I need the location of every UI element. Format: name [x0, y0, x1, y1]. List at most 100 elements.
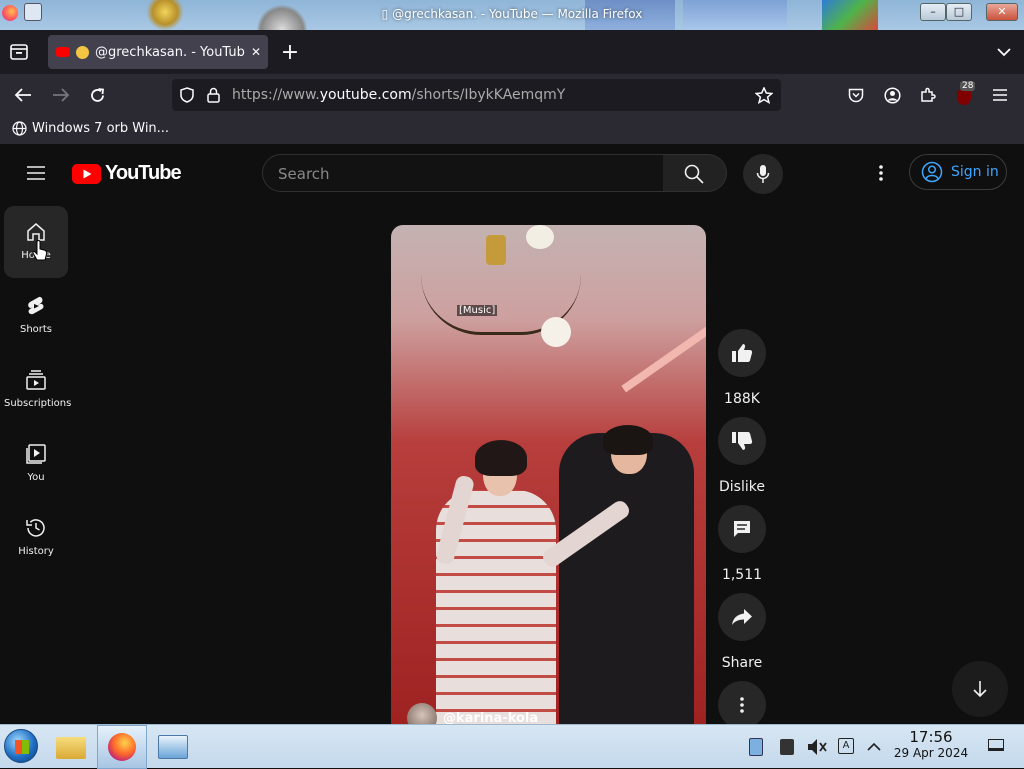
- next-video-button[interactable]: [952, 661, 1008, 717]
- pocket-button[interactable]: [846, 85, 866, 105]
- volume-muted-icon[interactable]: [807, 738, 827, 756]
- navigation-bar: https://www.youtube.com/shorts/IbykKAemq…: [0, 74, 1024, 116]
- youtube-logo-text: YouTube: [105, 162, 182, 184]
- settings-menu-button[interactable]: [870, 162, 892, 184]
- bookmark-star-button[interactable]: [754, 86, 774, 104]
- maximize-button[interactable]: □: [946, 3, 972, 21]
- dislike-button[interactable]: [718, 417, 766, 465]
- sidebar-item-you[interactable]: You: [4, 428, 68, 500]
- show-desktop-button[interactable]: [986, 737, 1008, 755]
- control-panel-taskbar-button[interactable]: [152, 729, 194, 765]
- desktop-icon: [988, 739, 1004, 751]
- sidebar-item-home[interactable]: Home: [4, 206, 68, 278]
- firefox-taskbar-button[interactable]: [97, 725, 147, 769]
- more-vertical-icon: [879, 165, 883, 181]
- system-tray: A: [745, 725, 885, 769]
- puzzle-icon: [921, 87, 936, 102]
- control-panel-icon: [158, 735, 188, 759]
- tab-bar: @grechkasan. - YouTube ✕ +: [0, 30, 1024, 74]
- url-domain: youtube.com: [319, 87, 412, 103]
- url-bar[interactable]: https://www.youtube.com/shorts/IbykKAemq…: [172, 79, 781, 111]
- file-explorer-taskbar-button[interactable]: [50, 729, 92, 765]
- sign-in-label: Sign in: [951, 164, 999, 180]
- shorts-video-player[interactable]: [Music] @karina-kola: [391, 225, 706, 724]
- share-label: Share: [721, 655, 763, 671]
- bookmark-item[interactable]: Windows 7 orb Win...: [12, 121, 169, 136]
- more-actions: [718, 681, 766, 724]
- channel-avatar[interactable]: [407, 703, 437, 724]
- forward-button[interactable]: [50, 85, 72, 105]
- sidebar-item-shorts[interactable]: Shorts: [4, 280, 68, 352]
- voice-search-button[interactable]: [743, 154, 783, 194]
- url-path: /shorts/IbykKAemqmY: [411, 87, 566, 103]
- youtube-logo[interactable]: YouTube: [72, 162, 182, 185]
- url-prefix: https://www.: [232, 87, 320, 103]
- hamburger-icon: [27, 166, 45, 180]
- channel-name[interactable]: @karina-kola: [443, 711, 538, 725]
- comments-button[interactable]: [718, 505, 766, 553]
- extension-badge: 28: [960, 81, 976, 91]
- ublock-extension-button[interactable]: 28: [954, 81, 976, 107]
- account-circle-icon: [921, 161, 943, 183]
- extensions-button[interactable]: [918, 85, 938, 105]
- hamburger-icon: [993, 89, 1007, 101]
- lock-icon[interactable]: [204, 86, 222, 104]
- subscriptions-icon: [26, 370, 46, 390]
- sidebar-item-history[interactable]: History: [4, 502, 68, 574]
- dislike-label: Dislike: [719, 479, 765, 495]
- sign-in-button[interactable]: Sign in: [909, 154, 1007, 190]
- share-button[interactable]: [718, 593, 766, 641]
- reload-icon: [90, 87, 104, 102]
- clock-date: 29 Apr 2024: [893, 746, 969, 760]
- emoji-icon: [76, 45, 89, 59]
- window-titlebar: ▯ @grechkasan. - YouTube — Mozilla Firef…: [0, 0, 1024, 30]
- video-caption: [Music]: [457, 305, 498, 316]
- clipboard-icon[interactable]: [749, 738, 763, 756]
- bookmarks-bar: Windows 7 orb Win...: [0, 116, 1024, 144]
- reload-button[interactable]: [86, 85, 108, 105]
- channel-info[interactable]: @karina-kola: [407, 703, 538, 724]
- list-all-tabs-button[interactable]: [994, 44, 1014, 60]
- arrow-down-icon: [973, 681, 987, 698]
- search-input[interactable]: Search: [262, 154, 664, 192]
- star-icon: [755, 86, 773, 104]
- tab-title: @grechkasan. - YouTube: [95, 44, 245, 60]
- url-text[interactable]: https://www.youtube.com/shorts/IbykKAemq…: [232, 87, 565, 103]
- firefox-icon: [108, 733, 136, 761]
- firefox-view-button[interactable]: [8, 42, 30, 62]
- new-tab-button[interactable]: +: [280, 38, 300, 66]
- arrow-left-icon: [14, 88, 31, 102]
- sidebar-item-label: You: [27, 472, 45, 483]
- back-button[interactable]: [12, 85, 34, 105]
- sidebar-item-label: Shorts: [19, 324, 53, 335]
- more-vertical-icon: [740, 697, 744, 713]
- minimize-button[interactable]: –: [920, 3, 946, 21]
- tracking-protection-icon[interactable]: [178, 86, 196, 104]
- globe-icon: [12, 121, 27, 136]
- start-button[interactable]: [4, 729, 38, 763]
- thumbs-down-icon: [732, 432, 753, 450]
- guide-menu-button[interactable]: [22, 161, 50, 185]
- share-arrow-icon: [732, 609, 752, 625]
- chevron-up-icon[interactable]: [867, 742, 881, 751]
- tab-close-icon[interactable]: ✕: [251, 45, 261, 59]
- bookmark-label: Windows 7 orb Win...: [32, 121, 170, 136]
- you-icon: [26, 444, 46, 464]
- youtube-page: YouTube Search Sign in Home Shorts Subsc…: [0, 144, 1024, 724]
- comment-icon: [734, 521, 750, 537]
- notes-icon[interactable]: [780, 739, 794, 755]
- app-menu-button[interactable]: [990, 85, 1010, 105]
- like-button[interactable]: [718, 329, 766, 377]
- close-button[interactable]: ✕: [986, 3, 1018, 21]
- clock-time: 17:56: [909, 728, 953, 746]
- search-button[interactable]: [663, 154, 727, 192]
- more-actions-button[interactable]: [718, 681, 766, 724]
- account-button[interactable]: [882, 85, 902, 105]
- sidebar-item-subscriptions[interactable]: Subscriptions: [4, 354, 71, 426]
- comments-action: 1,511: [718, 505, 766, 583]
- taskbar: A 17:56 29 Apr 2024: [0, 724, 1024, 769]
- clock[interactable]: 17:56 29 Apr 2024: [888, 729, 974, 761]
- tab-youtube[interactable]: @grechkasan. - YouTube ✕: [48, 35, 268, 69]
- input-method-icon[interactable]: A: [838, 738, 854, 754]
- search-placeholder: Search: [278, 165, 330, 183]
